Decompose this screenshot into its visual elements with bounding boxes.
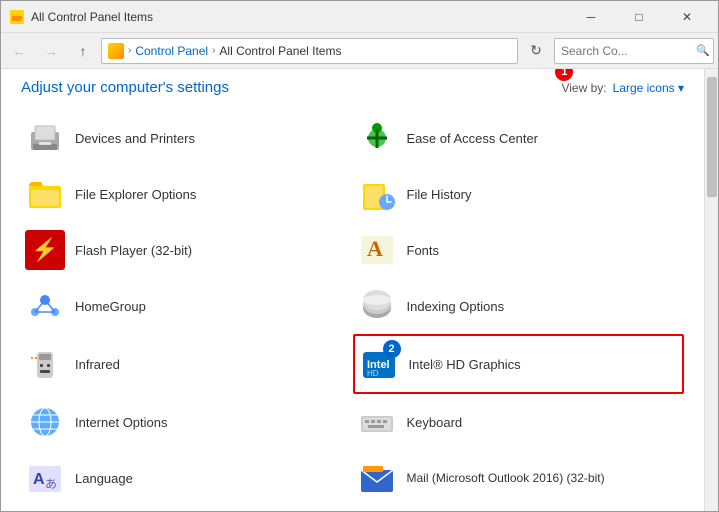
close-button[interactable]: ✕ bbox=[664, 1, 710, 33]
item-file-history[interactable]: File History bbox=[353, 166, 685, 222]
view-by-label: View by: bbox=[561, 81, 606, 95]
scrollbar[interactable] bbox=[704, 69, 718, 511]
file-history-label: File History bbox=[407, 187, 472, 202]
content-wrapper: Adjust your computer's settings 1 View b… bbox=[1, 69, 718, 511]
refresh-button[interactable]: ↻ bbox=[522, 37, 550, 65]
main-window: All Control Panel Items ─ □ ✕ ← → ↑ › Co… bbox=[0, 0, 719, 512]
scroll-thumb[interactable] bbox=[707, 77, 717, 197]
infrared-label: Infrared bbox=[75, 357, 120, 372]
ease-of-access-icon bbox=[357, 118, 397, 158]
breadcrumb-arrow-1: › bbox=[128, 45, 131, 56]
flash-player-label: Flash Player (32-bit) bbox=[75, 243, 192, 258]
view-by-dropdown[interactable]: Large icons ▾ bbox=[613, 81, 684, 95]
back-button[interactable]: ← bbox=[5, 37, 33, 65]
badge-1: 1 bbox=[555, 69, 573, 81]
file-explorer-label: File Explorer Options bbox=[75, 187, 196, 202]
infrared-icon bbox=[25, 344, 65, 384]
devices-printers-label: Devices and Printers bbox=[75, 131, 195, 146]
intel-hd-label: Intel® HD Graphics bbox=[409, 357, 521, 372]
item-infrared[interactable]: Infrared bbox=[21, 334, 353, 394]
item-homegroup[interactable]: HomeGroup bbox=[21, 278, 353, 334]
item-mail[interactable]: Mail (Microsoft Outlook 2016) (32-bit) bbox=[353, 450, 685, 506]
flash-player-icon: ⚡ bbox=[25, 230, 65, 270]
badge-2: 2 bbox=[383, 340, 401, 358]
file-explorer-icon bbox=[25, 174, 65, 214]
item-file-explorer[interactable]: File Explorer Options bbox=[21, 166, 353, 222]
search-input[interactable] bbox=[554, 38, 714, 64]
language-label: Language bbox=[75, 471, 133, 486]
search-wrapper bbox=[554, 38, 714, 64]
main-content: Adjust your computer's settings 1 View b… bbox=[1, 69, 704, 511]
title-bar: All Control Panel Items ─ □ ✕ bbox=[1, 1, 718, 33]
svg-text:あ: あ bbox=[45, 477, 57, 491]
item-internet-options[interactable]: Internet Options bbox=[21, 394, 353, 450]
forward-button[interactable]: → bbox=[37, 37, 65, 65]
fonts-icon: A bbox=[357, 230, 397, 270]
minimize-button[interactable]: ─ bbox=[568, 1, 614, 33]
internet-options-icon bbox=[25, 402, 65, 442]
indexing-options-label: Indexing Options bbox=[407, 299, 505, 314]
maximize-button[interactable]: □ bbox=[616, 1, 662, 33]
view-by-container: 1 View by: Large icons ▾ bbox=[561, 81, 684, 95]
items-grid: Devices and Printers Ease of Access Cent… bbox=[21, 110, 684, 511]
breadcrumb-bar[interactable]: › Control Panel › All Control Panel Item… bbox=[101, 38, 518, 64]
page-title: Adjust your computer's settings bbox=[21, 79, 229, 96]
content-header: Adjust your computer's settings 1 View b… bbox=[21, 79, 684, 96]
fonts-label: Fonts bbox=[407, 243, 440, 258]
internet-options-label: Internet Options bbox=[75, 415, 168, 430]
ease-of-access-label: Ease of Access Center bbox=[407, 131, 539, 146]
item-devices-printers[interactable]: Devices and Printers bbox=[21, 110, 353, 166]
item-fonts[interactable]: A Fonts bbox=[353, 222, 685, 278]
breadcrumb-current: All Control Panel Items bbox=[219, 44, 341, 58]
breadcrumb-home-icon bbox=[108, 43, 124, 59]
indexing-options-icon bbox=[357, 286, 397, 326]
keyboard-icon bbox=[357, 402, 397, 442]
svg-text:A: A bbox=[367, 236, 383, 261]
item-indexing-options[interactable]: Indexing Options bbox=[353, 278, 685, 334]
item-language[interactable]: A あ Language bbox=[21, 450, 353, 506]
language-icon: A あ bbox=[25, 458, 65, 498]
devices-printers-icon bbox=[25, 118, 65, 158]
svg-text:A: A bbox=[33, 471, 45, 488]
homegroup-label: HomeGroup bbox=[75, 299, 146, 314]
file-history-icon bbox=[357, 174, 397, 214]
window-title: All Control Panel Items bbox=[31, 10, 568, 24]
svg-text:HD: HD bbox=[367, 369, 379, 378]
breadcrumb-control-panel[interactable]: Control Panel bbox=[135, 44, 208, 58]
item-flash-player[interactable]: ⚡ Flash Player (32-bit) bbox=[21, 222, 353, 278]
breadcrumb-arrow-2: › bbox=[212, 45, 215, 56]
mail-label: Mail (Microsoft Outlook 2016) (32-bit) bbox=[407, 471, 605, 485]
item-ease-of-access[interactable]: Ease of Access Center bbox=[353, 110, 685, 166]
mail-icon bbox=[357, 458, 397, 498]
item-keyboard[interactable]: Keyboard bbox=[353, 394, 685, 450]
up-button[interactable]: ↑ bbox=[69, 37, 97, 65]
window-icon bbox=[9, 9, 25, 25]
item-intel-hd[interactable]: 2 Intel HD Intel® HD Graphics bbox=[353, 334, 685, 394]
flash-icon-bg: ⚡ bbox=[25, 230, 65, 270]
keyboard-label: Keyboard bbox=[407, 415, 463, 430]
homegroup-icon bbox=[25, 286, 65, 326]
address-bar: ← → ↑ › Control Panel › All Control Pane… bbox=[1, 33, 718, 69]
more-items-row: ... bbox=[21, 506, 684, 511]
window-controls: ─ □ ✕ bbox=[568, 1, 710, 33]
